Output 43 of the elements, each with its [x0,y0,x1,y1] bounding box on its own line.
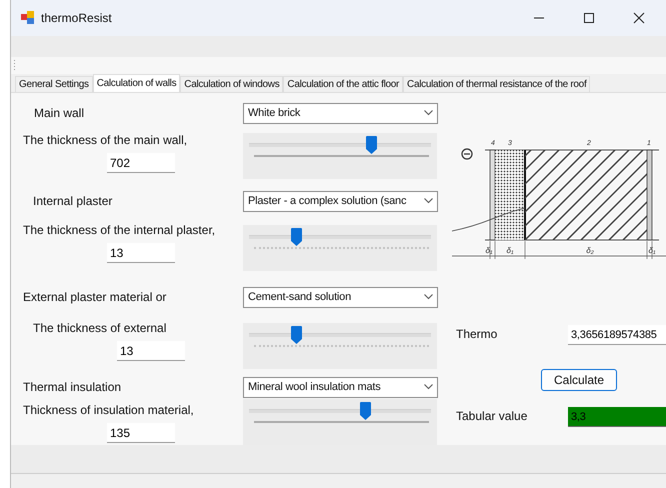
field-label: Thickness of insulation material, [23,403,195,417]
material-dropdown[interactable]: Plaster - a complex solution (sanc [243,190,438,212]
app-icon [21,11,35,25]
thermo-label: Thermo [456,326,498,341]
tab[interactable]: Calculation of the attic floor [283,76,404,92]
tab[interactable]: Calculation of windows [180,76,284,92]
field-label: The thickness of the internal plaster, [23,223,216,237]
material-dropdown[interactable]: Mineral wool insulation mats [243,376,438,398]
window-title: thermoResist [41,11,112,25]
thickness-slider[interactable] [243,133,437,179]
slider-thumb[interactable] [366,136,377,154]
chevron-icon [424,294,433,300]
thickness-slider[interactable] [243,323,437,369]
thickness-input[interactable]: 13 [107,243,175,263]
slider-thumb[interactable] [291,326,302,344]
field-label: Thermal insulation [23,380,122,394]
tab[interactable]: General Settings [15,76,93,92]
close-icon[interactable] [633,12,645,24]
calculate-button[interactable]: Calculate [541,369,617,391]
thickness-input[interactable]: 13 [117,341,185,361]
field-label: Main wall [34,106,84,120]
material-dropdown[interactable]: Cement-sand solution [243,286,438,308]
tab[interactable]: Calculation of walls [92,74,180,92]
field-label: Internal plaster [33,194,112,208]
chevron-icon [424,198,433,204]
material-dropdown[interactable]: White brick [243,102,438,124]
thickness-slider[interactable] [243,399,437,445]
field-label: External plaster material or [23,290,166,304]
thermo-value-field[interactable]: 3,3656189574385 [568,325,666,345]
field-label: The thickness of the main wall, [23,133,188,147]
tab[interactable]: Calculation of thermal resistance of the roof [403,76,590,92]
thickness-input[interactable]: 702 [107,153,175,173]
chevron-icon [424,384,433,390]
slider-thumb[interactable] [360,402,372,420]
field-label: The thickness of external [33,321,168,335]
thickness-input[interactable]: 135 [107,423,175,443]
grip-icon[interactable] [13,60,16,72]
slider-thumb[interactable] [291,228,302,246]
tabular-value-field[interactable]: 3,3 [568,407,666,427]
chevron-icon [424,110,433,116]
thickness-slider[interactable] [243,225,437,271]
tabular-value-label: Tabular value [456,408,528,423]
maximize-icon[interactable] [583,12,595,24]
